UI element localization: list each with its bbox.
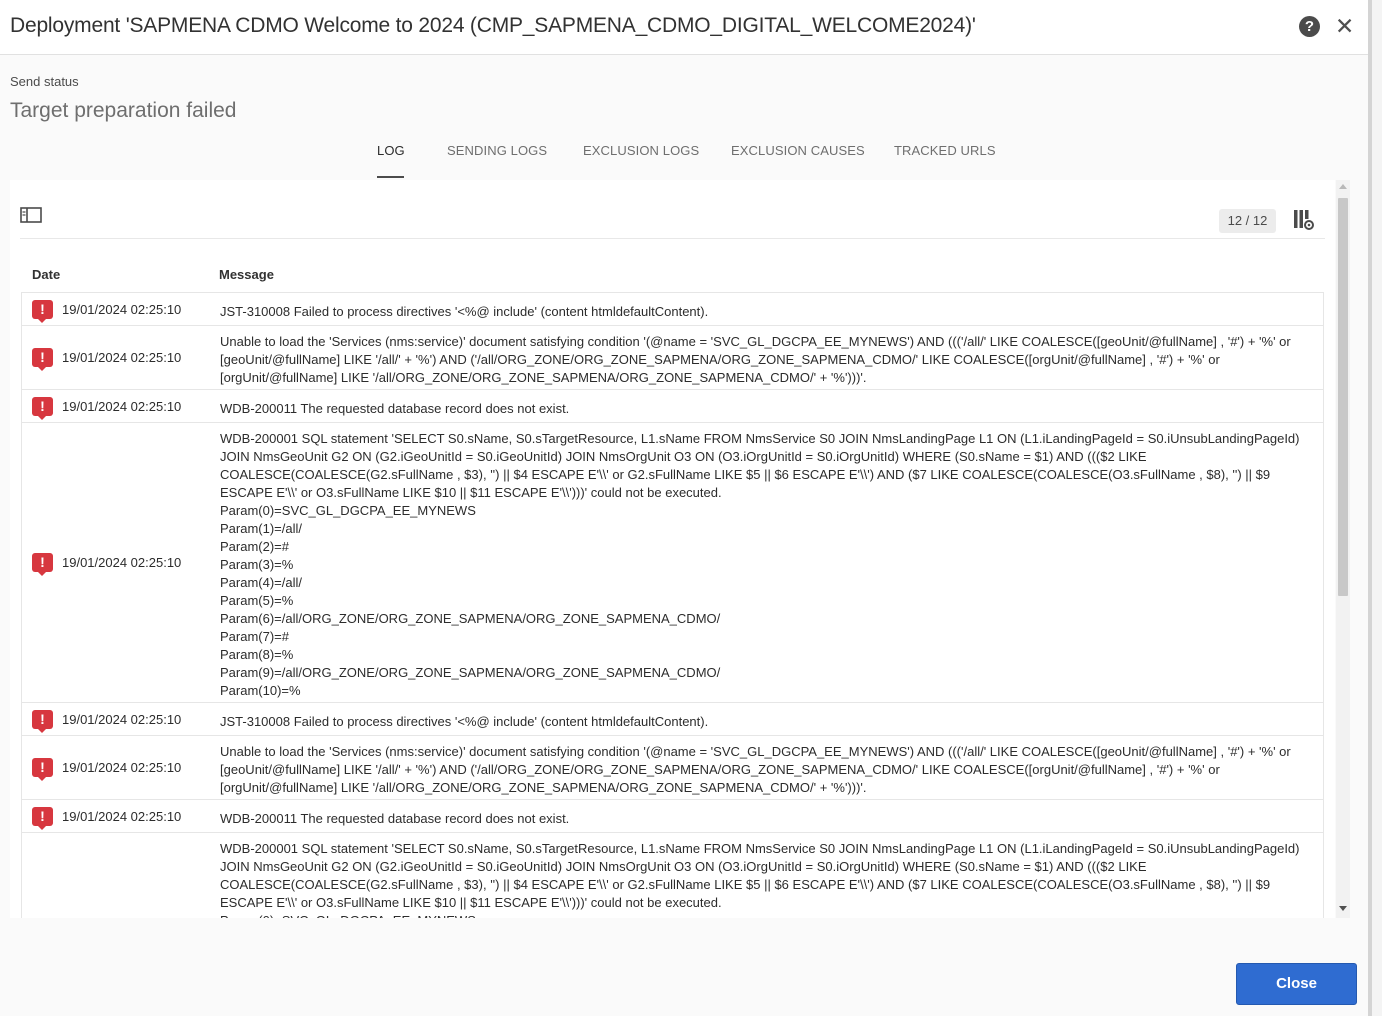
send-status-value: Target preparation failed — [10, 99, 237, 122]
row-message: Unable to load the 'Services (nms:servic… — [220, 334, 1295, 385]
error-icon: ! — [32, 806, 53, 830]
row-date: 19/01/2024 02:25:10 — [62, 555, 182, 570]
error-icon: ! — [32, 709, 53, 733]
column-header-date[interactable]: Date — [32, 267, 60, 282]
row-message: JST-310008 Failed to process directives … — [220, 303, 709, 319]
column-header-message[interactable]: Message — [219, 267, 274, 282]
row-message: WDB-200001 SQL statement 'SELECT S0.sNam… — [220, 841, 1300, 918]
scroll-up-arrow-icon[interactable] — [1339, 184, 1347, 189]
background-page — [1368, 0, 1382, 1016]
dialog-shadow — [1368, 0, 1372, 1016]
row-message: WDB-200001 SQL statement 'SELECT S0.sNam… — [220, 431, 1300, 698]
table-row[interactable]: ! 19/01/2024 02:25:10 Unable to load the… — [21, 326, 1324, 390]
close-icon[interactable]: ✕ — [1335, 14, 1354, 38]
help-icon[interactable]: ? — [1299, 16, 1320, 37]
table-row[interactable]: ! 19/01/2024 02:25:10 WDB-200011 The req… — [21, 390, 1324, 423]
tab-log[interactable]: LOG — [377, 143, 405, 158]
table-row[interactable]: ! 19/01/2024 02:25:10 WDB-200001 SQL sta… — [21, 423, 1324, 703]
row-date: 19/01/2024 02:25:10 — [62, 808, 182, 824]
log-table: ! 19/01/2024 02:25:10 JST-310008 Failed … — [21, 292, 1324, 918]
error-icon: ! — [32, 396, 53, 420]
log-panel: 12 / 12 Date Message ! 19/01/2024 02:25:… — [10, 180, 1335, 918]
row-date: 19/01/2024 02:25:10 — [62, 398, 182, 414]
table-row[interactable]: ! 19/01/2024 02:25:10 Unable to load the… — [21, 736, 1324, 800]
record-counter: 12 / 12 — [1219, 209, 1276, 233]
tab-exclusion-logs[interactable]: EXCLUSION LOGS — [583, 143, 699, 158]
tab-sending-logs[interactable]: SENDING LOGS — [447, 143, 547, 158]
error-icon: ! — [32, 553, 53, 576]
close-button[interactable]: Close — [1236, 963, 1357, 1005]
row-date: 19/01/2024 02:25:10 — [62, 301, 182, 317]
table-row[interactable]: ! WDB-200001 SQL statement 'SELECT S0.sN… — [21, 833, 1324, 918]
table-row[interactable]: ! 19/01/2024 02:25:10 JST-310008 Failed … — [21, 292, 1324, 326]
dialog-header: Deployment 'SAPMENA CDMO Welcome to 2024… — [0, 0, 1368, 55]
row-message: Unable to load the 'Services (nms:servic… — [220, 744, 1295, 795]
dialog-title: Deployment 'SAPMENA CDMO Welcome to 2024… — [10, 14, 976, 37]
tab-exclusion-causes[interactable]: EXCLUSION CAUSES — [731, 143, 865, 158]
active-tab-indicator — [377, 176, 404, 178]
table-row[interactable]: ! 19/01/2024 02:25:10 WDB-200011 The req… — [21, 800, 1324, 833]
error-icon: ! — [32, 348, 53, 371]
panel-toggle-icon[interactable] — [20, 206, 42, 229]
row-date: 19/01/2024 02:25:10 — [62, 711, 182, 727]
row-date: 19/01/2024 02:25:10 — [62, 350, 182, 365]
row-message: WDB-200011 The requested database record… — [220, 400, 570, 416]
tab-bar: LOG SENDING LOGS EXCLUSION LOGS EXCLUSIO… — [0, 140, 1330, 180]
scrollbar-thumb[interactable] — [1338, 198, 1348, 596]
deployment-dialog: Deployment 'SAPMENA CDMO Welcome to 2024… — [0, 0, 1368, 1016]
tab-tracked-urls[interactable]: TRACKED URLS — [894, 143, 996, 158]
vertical-scrollbar[interactable] — [1336, 180, 1350, 918]
send-status-label: Send status — [10, 74, 79, 89]
row-date: 19/01/2024 02:25:10 — [62, 760, 182, 775]
error-icon: ! — [32, 299, 53, 323]
columns-settings-icon[interactable] — [1293, 209, 1315, 236]
scroll-down-arrow-icon[interactable] — [1339, 906, 1347, 911]
table-row[interactable]: ! 19/01/2024 02:25:10 JST-310008 Failed … — [21, 703, 1324, 736]
row-message: JST-310008 Failed to process directives … — [220, 713, 709, 729]
toolbar-divider — [20, 238, 1325, 239]
error-icon: ! — [32, 758, 53, 781]
row-message: WDB-200011 The requested database record… — [220, 810, 570, 826]
